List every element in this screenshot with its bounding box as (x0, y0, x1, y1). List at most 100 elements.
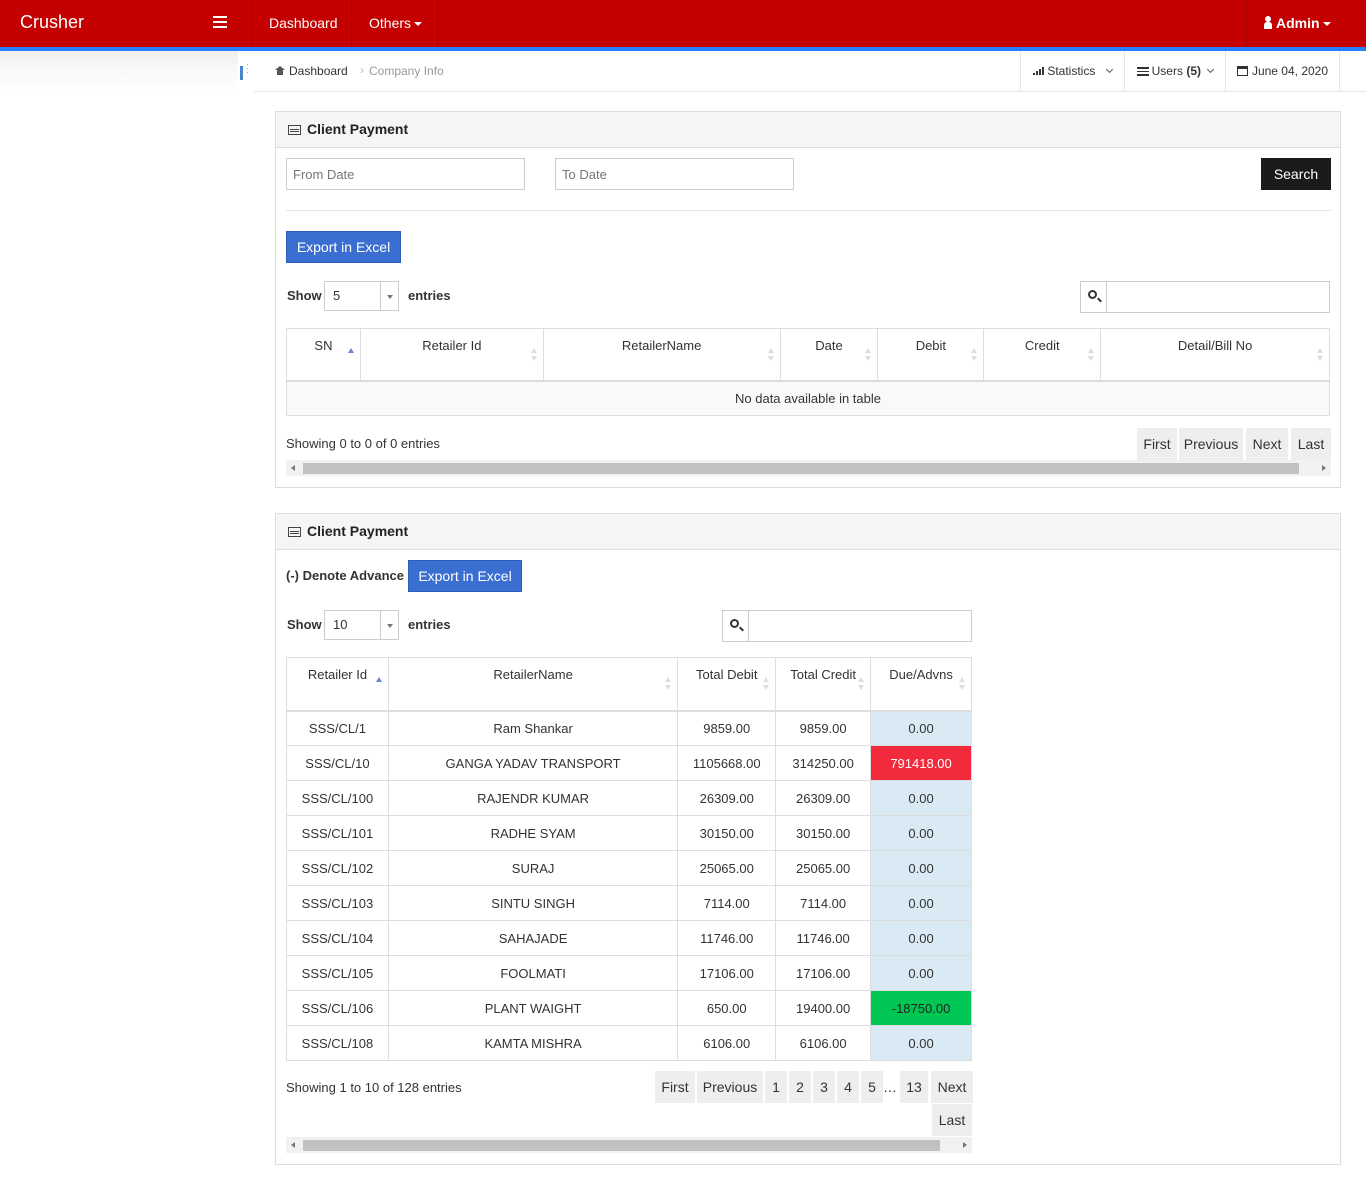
scroll-right-icon[interactable] (963, 1142, 967, 1148)
users-dropdown[interactable]: Users (5) (1124, 51, 1225, 91)
retailer-name-cell: FOOLMATI (387, 955, 679, 991)
breadcrumb-separator-icon: › (360, 63, 364, 77)
due-advance-cell: 791418.00 (870, 745, 972, 781)
page-length-value: 5 (333, 288, 341, 303)
col-total-credit[interactable]: Total Credit (775, 657, 872, 712)
scroll-thumb[interactable] (303, 1140, 940, 1151)
col-date[interactable]: Date (779, 328, 879, 382)
sort-icon (763, 677, 770, 691)
entries-label: entries (408, 617, 451, 632)
scroll-thumb[interactable] (303, 463, 1299, 474)
page-next-button[interactable]: Next (931, 1071, 973, 1103)
table-row: SSS/CL/101 RADHE SYAM 30150.00 30150.00 0.00 (286, 815, 972, 851)
page-first-button[interactable]: First (1137, 428, 1177, 460)
date-display[interactable]: June 04, 2020 (1225, 51, 1340, 91)
page-ellipsis: … (883, 1079, 897, 1095)
retailer-name-cell: SAHAJADE (387, 920, 679, 956)
page-3-button[interactable]: 3 (813, 1071, 835, 1103)
retailer-name-cell: RADHE SYAM (387, 815, 679, 851)
page-first-button[interactable]: First (655, 1071, 695, 1103)
export-excel-button[interactable]: Export in Excel (286, 231, 401, 263)
col-retailer-id[interactable]: Retailer Id (359, 328, 544, 382)
col-header-label: RetailerName (621, 338, 702, 353)
scroll-left-icon[interactable] (291, 465, 295, 471)
divider (286, 210, 1331, 211)
page-length-select[interactable]: 10 (324, 610, 399, 640)
total-credit-cell: 314250.00 (775, 745, 872, 781)
sidebar (0, 51, 238, 1190)
col-header-label: Date (815, 338, 843, 353)
col-retailer-id[interactable]: Retailer Id (286, 657, 389, 712)
col-sn[interactable]: SN (286, 328, 361, 382)
col-debit[interactable]: Debit (877, 328, 985, 382)
col-header-label: SN (314, 338, 333, 353)
retailer-name-cell: PLANT WAIGHT (387, 990, 679, 1026)
empty-table-message: No data available in table (286, 380, 1330, 416)
total-debit-cell: 7114.00 (677, 885, 777, 921)
to-date-input[interactable] (555, 158, 794, 190)
breadcrumb-home[interactable]: Dashboard (275, 64, 348, 78)
from-date-input[interactable] (286, 158, 525, 190)
page-last-button[interactable]: Last (932, 1104, 972, 1136)
col-header-label: Due/Advns (889, 667, 953, 682)
sort-asc-icon (347, 348, 354, 362)
col-credit[interactable]: Credit (983, 328, 1102, 382)
page-2-button[interactable]: 2 (789, 1071, 811, 1103)
scroll-left-icon[interactable] (291, 1142, 295, 1148)
horizontal-scrollbar[interactable] (286, 1137, 972, 1153)
drag-handle-icon[interactable]: · · · (246, 60, 249, 77)
col-header-label: Retailer Id (307, 667, 368, 682)
nav-divider (437, 0, 438, 47)
payment-detail-table: SN Retailer Id RetailerName Date Debit C… (286, 328, 1330, 416)
page-4-button[interactable]: 4 (837, 1071, 859, 1103)
retailer-id-cell: SSS/CL/10 (286, 745, 389, 781)
sidebar-collapse-handle[interactable] (240, 66, 243, 80)
table-row: SSS/CL/104 SAHAJADE 11746.00 11746.00 0.00 (286, 920, 972, 956)
entries-label: entries (408, 288, 451, 303)
col-header-label: Debit (915, 338, 947, 353)
nav-admin[interactable]: Admin (1264, 0, 1331, 47)
scroll-right-icon[interactable] (1322, 465, 1326, 471)
table-row: SSS/CL/1 Ram Shankar 9859.00 9859.00 0.00 (286, 710, 972, 746)
col-retailer-name[interactable]: RetailerName (387, 657, 679, 712)
page-last-button[interactable]: Last (1291, 428, 1331, 460)
page-1-button[interactable]: 1 (765, 1071, 787, 1103)
nav-dashboard[interactable]: Dashboard (269, 0, 338, 47)
statistics-dropdown[interactable]: Statistics (1020, 51, 1124, 91)
horizontal-scrollbar[interactable] (286, 460, 1331, 476)
search-icon (723, 611, 749, 641)
sort-icon (1317, 348, 1323, 362)
chevron-down-icon (1207, 65, 1215, 74)
page-next-button[interactable]: Next (1246, 428, 1288, 460)
retailer-name-cell: Ram Shankar (387, 710, 679, 746)
table-row: SSS/CL/102 SURAJ 25065.00 25065.00 0.00 (286, 850, 972, 886)
page-length-select[interactable]: 5 (324, 281, 399, 311)
table-search[interactable] (1080, 281, 1330, 313)
page-previous-button[interactable]: Previous (1179, 428, 1243, 460)
col-detail-bill-no[interactable]: Detail/Bill No (1100, 328, 1330, 382)
total-debit-cell: 9859.00 (677, 710, 777, 746)
col-retailer-name[interactable]: RetailerName (542, 328, 781, 382)
users-label: Users (1151, 64, 1183, 78)
menu-toggle-icon[interactable] (213, 16, 227, 28)
sort-icon (530, 348, 537, 362)
col-total-debit[interactable]: Total Debit (677, 657, 777, 712)
list-icon (1136, 67, 1149, 76)
search-button[interactable]: Search (1261, 158, 1331, 190)
statistics-label: Statistics (1047, 64, 1096, 78)
col-header-label: Total Credit (790, 667, 856, 682)
table-row: SSS/CL/103 SINTU SINGH 7114.00 7114.00 0.00 (286, 885, 972, 921)
brand-logo[interactable]: Crusher (20, 12, 84, 33)
table-search[interactable] (722, 610, 972, 642)
total-debit-cell: 6106.00 (677, 1025, 777, 1061)
top-navbar: Crusher Dashboard Others Admin (0, 0, 1366, 47)
sort-icon (665, 677, 672, 691)
page-5-button[interactable]: 5 (861, 1071, 883, 1103)
col-header-label: Detail/Bill No (1177, 338, 1253, 353)
nav-others[interactable]: Others (369, 0, 423, 47)
export-excel-button[interactable]: Export in Excel (408, 560, 522, 592)
col-due-advance[interactable]: Due/Advns (870, 657, 972, 712)
sort-asc-icon (375, 677, 382, 691)
page-previous-button[interactable]: Previous (697, 1071, 763, 1103)
page-13-button[interactable]: 13 (900, 1071, 928, 1103)
